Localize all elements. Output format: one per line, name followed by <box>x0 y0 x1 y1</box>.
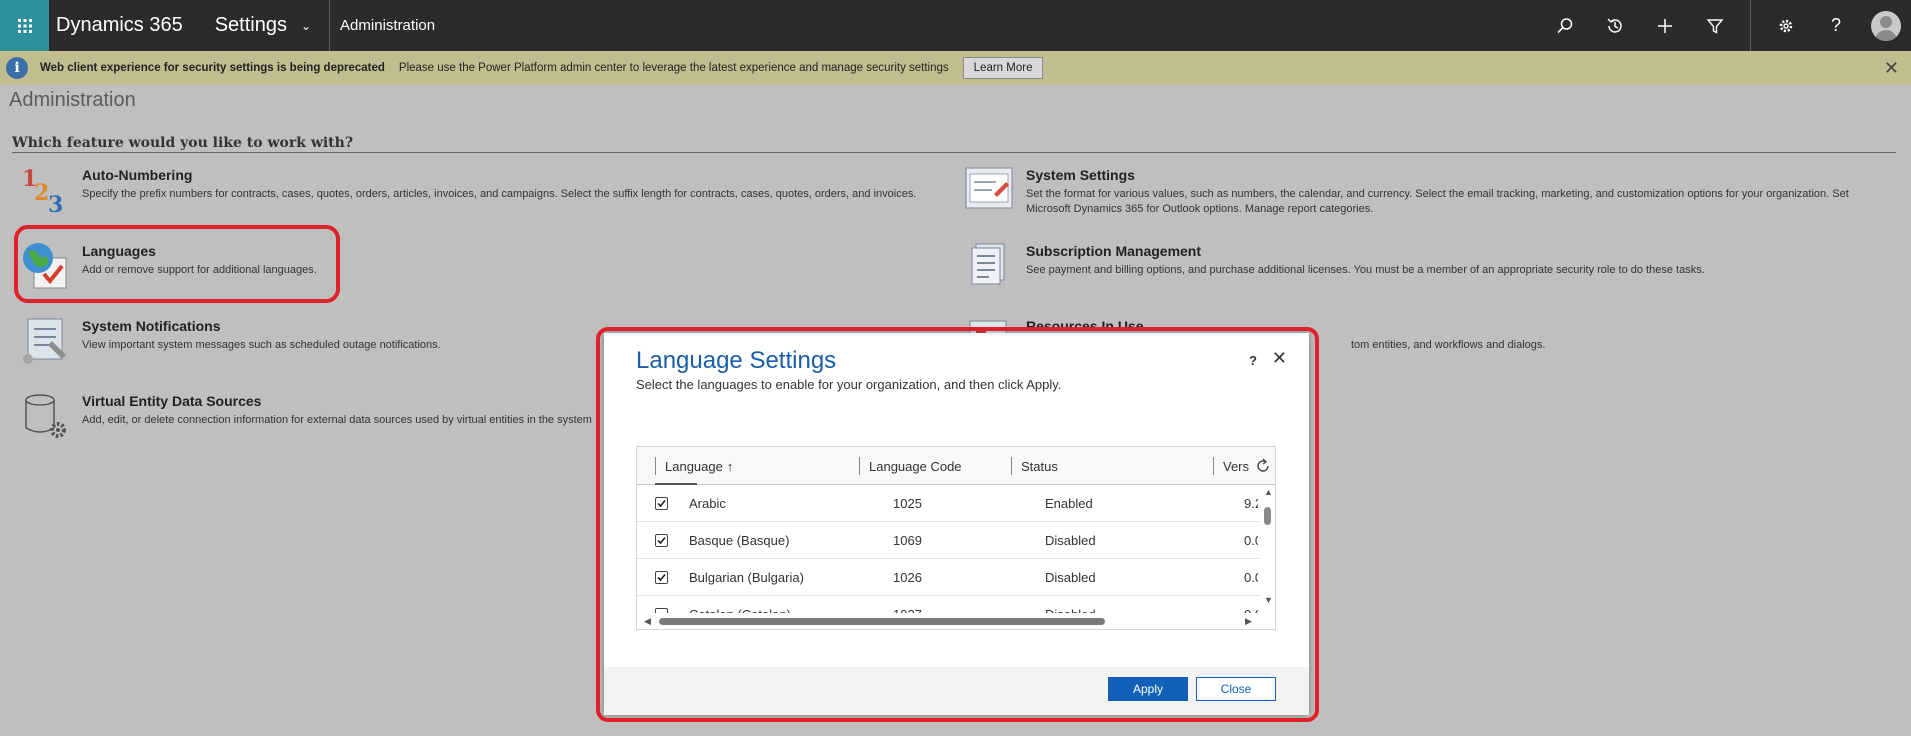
feature-description: Add, edit, or delete connection informat… <box>82 414 592 426</box>
nav-divider <box>329 0 331 51</box>
question-mark-icon: ? <box>1830 15 1841 35</box>
feature-description: Specify the prefix numbers for contracts… <box>82 188 917 200</box>
recent-button[interactable] <box>1590 0 1640 51</box>
auto-numbering-icon: 1 2 3 <box>22 166 63 216</box>
feature-title: Auto-Numbering <box>82 167 193 183</box>
database-gear-icon <box>25 394 66 438</box>
nav-divider <box>1750 0 1751 51</box>
system-settings-icon <box>965 167 1013 209</box>
feature-system-settings[interactable]: System Settings Set the format for vario… <box>964 164 1849 217</box>
top-actions: ? <box>1540 0 1911 51</box>
area-label: Settings <box>214 14 287 36</box>
search-icon <box>1557 17 1573 33</box>
user-avatar[interactable] <box>1871 10 1901 41</box>
feature-virtual-entity-data-sources[interactable]: Virtual Entity Data Sources Add, edit, o… <box>20 390 592 442</box>
deprecation-banner: i Web client experience for security set… <box>0 51 1911 85</box>
dialog-highlight-annotation <box>596 327 1319 722</box>
feature-description: See payment and billing options, and pur… <box>1026 264 1705 276</box>
feature-title: Virtual Entity Data Sources <box>82 393 262 409</box>
system-notifications-icon <box>23 318 66 364</box>
feature-system-notifications[interactable]: System Notifications View important syst… <box>20 315 441 367</box>
top-nav-bar: Dynamics 365 Settings ⌄ Administration ? <box>0 0 1911 51</box>
advanced-find-button[interactable] <box>1690 0 1740 51</box>
section-divider <box>12 152 1896 153</box>
section-title: Which feature would you like to work wit… <box>12 135 354 151</box>
subscription-document-icon <box>971 243 1005 285</box>
banner-close-icon[interactable]: ✕ <box>1884 58 1899 79</box>
feature-auto-numbering[interactable]: 1 2 3 Auto-Numbering Specify the prefix … <box>20 164 916 216</box>
search-button[interactable] <box>1540 0 1590 51</box>
languages-highlight-annotation <box>14 225 340 303</box>
info-icon: i <box>6 57 28 79</box>
create-button[interactable] <box>1640 0 1690 51</box>
feature-description-line2: Microsoft Dynamics 365 for Outlook optio… <box>1026 203 1374 215</box>
gear-icon <box>1779 19 1793 32</box>
help-button[interactable]: ? <box>1811 0 1861 51</box>
app-launcher-button[interactable] <box>0 0 49 51</box>
feature-description: View important system messages such as s… <box>82 339 441 351</box>
chevron-down-icon: ⌄ <box>300 18 312 33</box>
feature-title: System Settings <box>1026 167 1135 183</box>
page-title: Administration <box>9 89 136 111</box>
svg-text:3: 3 <box>48 192 63 216</box>
breadcrumb[interactable]: Administration <box>340 17 435 34</box>
learn-more-button[interactable]: Learn More <box>962 57 1044 79</box>
settings-button[interactable] <box>1761 0 1811 51</box>
plus-icon <box>1658 18 1672 33</box>
history-icon <box>1607 18 1622 33</box>
feature-subscription-management[interactable]: Subscription Management See payment and … <box>964 240 1705 292</box>
waffle-icon <box>17 18 32 33</box>
feature-title: System Notifications <box>82 318 221 334</box>
app-name[interactable]: Dynamics 365 <box>56 14 183 37</box>
filter-icon <box>1706 18 1724 34</box>
feature-description-line1: Set the format for various values, such … <box>1026 188 1849 200</box>
feature-title: Subscription Management <box>1026 243 1202 259</box>
banner-title: Web client experience for security setti… <box>40 62 385 74</box>
area-selector[interactable]: Settings ⌄ <box>215 14 311 37</box>
banner-text: Please use the Power Platform admin cent… <box>398 62 949 74</box>
